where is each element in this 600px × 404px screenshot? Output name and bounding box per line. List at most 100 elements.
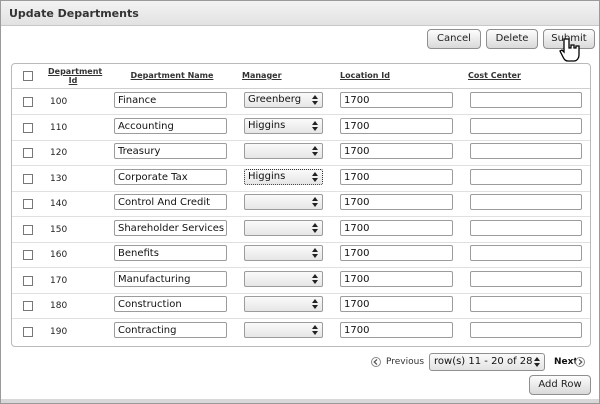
- manager-value: Higgins: [248, 170, 286, 182]
- cost-center-input[interactable]: [470, 321, 582, 338]
- cost-center-input[interactable]: [470, 168, 582, 185]
- manager-select[interactable]: [244, 321, 323, 338]
- location-id-input[interactable]: 1700: [340, 92, 453, 108]
- row-checkbox[interactable]: [23, 250, 33, 260]
- table-row: 170 Manufacturing 1700: [12, 268, 590, 294]
- table-header: Department Id Department Name Manager Lo…: [12, 64, 590, 89]
- location-id-input[interactable]: 1700: [340, 296, 453, 312]
- row-checkbox[interactable]: [23, 326, 33, 337]
- manager-value: Higgins: [248, 119, 286, 131]
- department-name-input[interactable]: Accounting: [114, 117, 227, 134]
- department-id-value: 110: [50, 122, 68, 133]
- row-checkbox[interactable]: [23, 97, 33, 107]
- cost-center-input[interactable]: [470, 270, 582, 287]
- previous-page-icon[interactable]: [371, 357, 381, 367]
- location-id-input[interactable]: 1700: [340, 143, 453, 159]
- department-id-value: 100: [50, 97, 68, 107]
- department-name-input[interactable]: Benefits: [114, 245, 227, 261]
- manager-value: Greenberg: [248, 94, 302, 105]
- location-id-input[interactable]: 1700: [340, 168, 453, 185]
- add-row-button[interactable]: Add Row: [529, 375, 591, 395]
- cost-center-input[interactable]: [470, 92, 582, 108]
- updown-arrows-icon: [534, 357, 540, 367]
- department-name-input[interactable]: Contracting: [114, 321, 227, 338]
- row-checkbox[interactable]: [23, 301, 33, 311]
- department-id-value: 150: [50, 224, 68, 235]
- row-checkbox[interactable]: [23, 275, 33, 286]
- select-all-checkbox[interactable]: [23, 71, 33, 81]
- manager-select[interactable]: [244, 270, 323, 287]
- dialog-window: Update Departments Cancel Delete Submit …: [0, 0, 600, 404]
- manager-select[interactable]: Greenberg: [244, 92, 323, 108]
- department-name-input[interactable]: Manufacturing: [114, 270, 227, 287]
- cost-center-input[interactable]: [470, 296, 582, 312]
- row-range-select[interactable]: row(s) 11 - 20 of 28: [429, 353, 545, 371]
- updown-arrows-icon: [312, 299, 318, 309]
- updown-arrows-icon: [312, 171, 318, 182]
- row-checkbox[interactable]: [23, 199, 33, 209]
- cost-center-input[interactable]: [470, 117, 582, 134]
- location-id-input[interactable]: 1700: [340, 117, 453, 134]
- previous-page-link[interactable]: Previous: [386, 357, 424, 367]
- table-row: 100 Finance Greenberg 1700: [12, 89, 590, 115]
- department-id-value: 180: [50, 301, 68, 311]
- updown-arrows-icon: [312, 95, 318, 105]
- updown-arrows-icon: [312, 324, 318, 335]
- column-header-location-id[interactable]: Location Id: [340, 71, 400, 80]
- department-id-value: 190: [50, 326, 68, 337]
- department-id-value: 140: [50, 199, 68, 209]
- department-name-input[interactable]: Control And Credit: [114, 194, 227, 210]
- manager-select[interactable]: [244, 245, 323, 261]
- location-id-input[interactable]: 1700: [340, 245, 453, 261]
- table-row: 190 Contracting 1700: [12, 319, 590, 344]
- next-page-icon[interactable]: [575, 357, 585, 367]
- table-row: 110 Accounting Higgins 1700: [12, 115, 590, 141]
- updown-arrows-icon: [312, 222, 318, 233]
- department-name-input[interactable]: Shareholder Services: [114, 219, 227, 236]
- manager-select[interactable]: Higgins: [244, 117, 323, 134]
- manager-select[interactable]: [244, 296, 323, 312]
- row-checkbox[interactable]: [23, 122, 33, 133]
- location-id-input[interactable]: 1700: [340, 194, 453, 210]
- updown-arrows-icon: [312, 146, 318, 156]
- location-id-input[interactable]: 1700: [340, 219, 453, 236]
- cancel-button[interactable]: Cancel: [427, 29, 481, 49]
- table-row: 140 Control And Credit 1700: [12, 191, 590, 217]
- department-name-input[interactable]: Construction: [114, 296, 227, 312]
- department-name-input[interactable]: Corporate Tax: [114, 168, 227, 185]
- manager-select[interactable]: [244, 143, 323, 159]
- cost-center-input[interactable]: [470, 194, 582, 210]
- location-id-input[interactable]: 1700: [340, 321, 453, 338]
- manager-select[interactable]: [244, 194, 323, 210]
- department-id-value: 130: [50, 173, 68, 184]
- department-name-input[interactable]: Treasury: [114, 143, 227, 159]
- table-row: 150 Shareholder Services 1700: [12, 217, 590, 243]
- column-header-cost-center[interactable]: Cost Center: [468, 71, 528, 80]
- manager-select[interactable]: [244, 219, 323, 236]
- window-title: Update Departments: [9, 7, 139, 20]
- cost-center-input[interactable]: [470, 143, 582, 159]
- table-row: 130 Corporate Tax Higgins 1700: [12, 166, 590, 192]
- departments-table: Department Id Department Name Manager Lo…: [11, 63, 591, 347]
- department-id-value: 160: [50, 250, 68, 260]
- department-id-value: 170: [50, 275, 68, 286]
- department-name-input[interactable]: Finance: [114, 92, 227, 108]
- column-header-department-name[interactable]: Department Name: [124, 71, 220, 80]
- row-checkbox[interactable]: [23, 148, 33, 158]
- department-id-value: 120: [50, 148, 68, 158]
- row-checkbox[interactable]: [23, 173, 33, 184]
- column-header-department-id[interactable]: Department Id: [48, 67, 102, 85]
- hand-pointer-icon: [559, 38, 580, 62]
- column-header-manager[interactable]: Manager: [242, 71, 282, 80]
- table-row: 160 Benefits 1700: [12, 242, 590, 268]
- row-checkbox[interactable]: [23, 224, 33, 235]
- delete-button[interactable]: Delete: [486, 29, 538, 49]
- location-id-input[interactable]: 1700: [340, 270, 453, 287]
- window-bottom-edge: [1, 399, 599, 403]
- cost-center-input[interactable]: [470, 245, 582, 261]
- cost-center-input[interactable]: [470, 219, 582, 236]
- updown-arrows-icon: [312, 197, 318, 207]
- updown-arrows-icon: [312, 248, 318, 258]
- manager-select[interactable]: Higgins: [244, 168, 323, 185]
- updown-arrows-icon: [312, 120, 318, 131]
